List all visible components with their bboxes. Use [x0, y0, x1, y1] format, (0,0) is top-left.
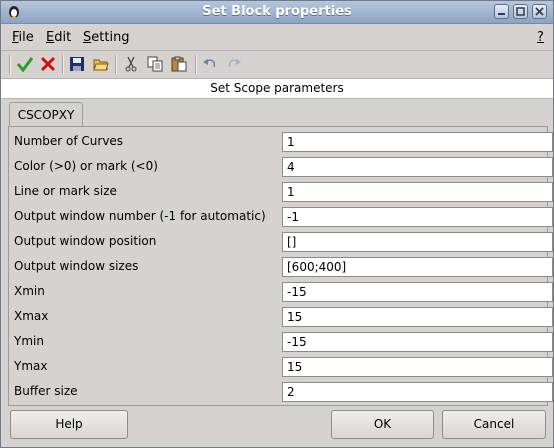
cancel-button[interactable]: Cancel: [442, 410, 546, 439]
menu-edit-label: dit: [54, 30, 72, 45]
paste-icon: [171, 56, 187, 72]
parameter-label: Xmax: [14, 309, 49, 323]
menu-help[interactable]: ?: [537, 30, 544, 45]
parameter-label: Line or mark size: [14, 184, 117, 198]
cut-toolbar-button[interactable]: [121, 55, 141, 74]
parameter-label: Output window sizes: [14, 259, 139, 273]
window-title: Set Block properties: [202, 4, 352, 19]
parameter-label: Color (>0) or mark (<0): [14, 159, 158, 173]
parameter-label: Xmin: [14, 284, 45, 298]
cancel-toolbar-button[interactable]: [38, 55, 58, 74]
parameter-label: Output window number (-1 for automatic): [14, 209, 266, 223]
parameter-input[interactable]: -15: [282, 282, 553, 302]
minimize-button[interactable]: [494, 4, 509, 19]
parameter-input[interactable]: 1: [282, 132, 553, 152]
menu-edit[interactable]: Edit: [46, 30, 71, 45]
parameter-input[interactable]: [600;400]: [282, 257, 553, 277]
ok-check-icon: [17, 57, 33, 72]
cancel-x-icon: [40, 56, 56, 72]
toolbar: [1, 51, 553, 79]
close-window-button[interactable]: [532, 4, 547, 19]
title-bar[interactable]: Set Block properties: [1, 1, 553, 24]
redo-icon: [228, 59, 241, 68]
parameter-input[interactable]: 15: [282, 307, 553, 327]
toolbar-separator: [115, 55, 117, 74]
menu-edit-accel: E: [46, 30, 55, 45]
parameter-input[interactable]: -1: [282, 207, 553, 227]
copy-toolbar-button[interactable]: [145, 55, 165, 74]
parameter-label: Buffer size: [14, 384, 78, 398]
parameter-input[interactable]: []: [282, 232, 553, 252]
parameter-label: Ymin: [14, 334, 44, 348]
open-folder-icon: [93, 59, 109, 71]
copy-icon: [147, 56, 163, 72]
toolbar-separator: [195, 55, 197, 74]
toolbar-separator: [62, 55, 64, 74]
paste-toolbar-button[interactable]: [169, 55, 189, 74]
parameter-input[interactable]: -15: [282, 332, 553, 352]
parameter-label: Ymax: [14, 359, 48, 373]
undo-toolbar-button[interactable]: [200, 55, 220, 74]
maximize-icon: [516, 7, 525, 16]
open-toolbar-button[interactable]: [91, 55, 111, 74]
parameter-input[interactable]: 2: [282, 382, 553, 402]
undo-icon: [203, 59, 216, 68]
ok-button[interactable]: OK: [331, 410, 434, 439]
parameter-label: Output window position: [14, 234, 157, 248]
dialog-window: Set Block properties File Edit Setting ?: [0, 0, 554, 448]
ok-toolbar-button[interactable]: [15, 55, 35, 74]
close-icon: [535, 7, 544, 16]
menu-bar: File Edit Setting ?: [1, 24, 553, 51]
save-icon: [70, 57, 84, 71]
menu-setting-label: etting: [91, 30, 130, 45]
parameter-label: Number of Curves: [14, 134, 124, 148]
redo-toolbar-button[interactable]: [224, 55, 244, 74]
tab-cscopxy[interactable]: CSCOPXY: [9, 102, 83, 126]
cut-icon: [125, 56, 137, 72]
minimize-icon: [498, 13, 505, 15]
toolbar-separator: [9, 55, 11, 74]
save-toolbar-button[interactable]: [67, 55, 87, 74]
parameter-input[interactable]: 15: [282, 357, 553, 377]
help-button[interactable]: Help: [10, 410, 128, 439]
menu-setting[interactable]: Setting: [83, 30, 130, 45]
menu-file-label: ile: [18, 30, 34, 45]
parameter-input[interactable]: 1: [282, 182, 553, 202]
menu-file[interactable]: File: [12, 30, 34, 45]
panel-title: Set Scope parameters: [1, 79, 553, 99]
parameter-input[interactable]: 4: [282, 157, 553, 177]
maximize-button[interactable]: [513, 4, 528, 19]
